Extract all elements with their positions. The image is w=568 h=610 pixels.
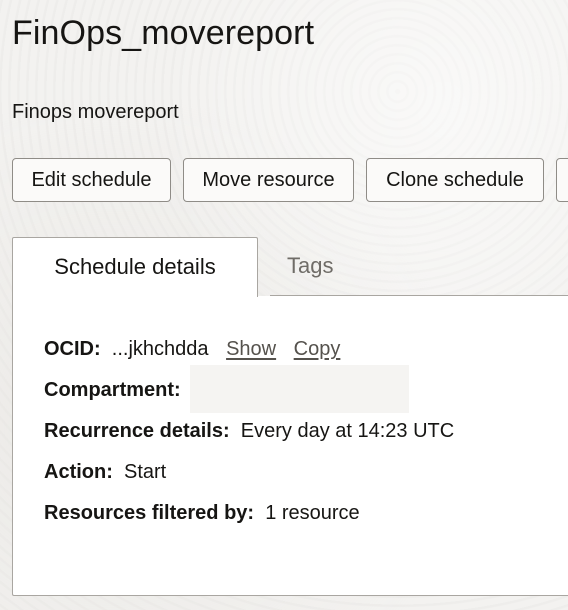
tab-tags[interactable]: Tags [287,237,377,296]
page-title: FinOps_movereport [12,14,315,52]
resources-value: 1 resource [265,502,360,524]
resources-row: Resources filtered by: 1 resource [44,501,360,525]
move-resource-button[interactable]: Move resource [183,158,354,202]
page-description: Finops movereport [12,101,179,123]
tab-bar: Schedule details Tags [12,237,568,297]
show-ocid-link[interactable]: Show [226,338,276,360]
edit-schedule-button[interactable]: Edit schedule [12,158,171,202]
compartment-label: Compartment: [44,379,187,401]
recurrence-value: Every day at 14:23 UTC [240,420,455,442]
clone-schedule-button[interactable]: Clone schedule [366,158,544,202]
more-actions-button[interactable] [556,158,568,202]
compartment-value-box [190,365,409,413]
resources-label: Resources filtered by: [44,502,260,524]
tab-schedule-details[interactable]: Schedule details [12,237,258,297]
schedule-details-panel: OCID: ...jkhchdda Show Copy Compartment:… [12,296,568,596]
compartment-row: Compartment: [44,378,186,402]
action-value: Start [124,461,167,483]
action-label: Action: [44,461,119,483]
recurrence-row: Recurrence details: Every day at 14:23 U… [44,419,454,443]
ocid-label: OCID: [44,338,107,360]
action-toolbar: Edit schedule Move resource Clone schedu… [12,158,568,202]
ocid-row: OCID: ...jkhchdda Show Copy [44,337,340,361]
action-row: Action: Start [44,460,166,484]
recurrence-label: Recurrence details: [44,420,236,442]
copy-ocid-link[interactable]: Copy [294,338,341,360]
ocid-value: ...jkhchdda [111,338,209,360]
